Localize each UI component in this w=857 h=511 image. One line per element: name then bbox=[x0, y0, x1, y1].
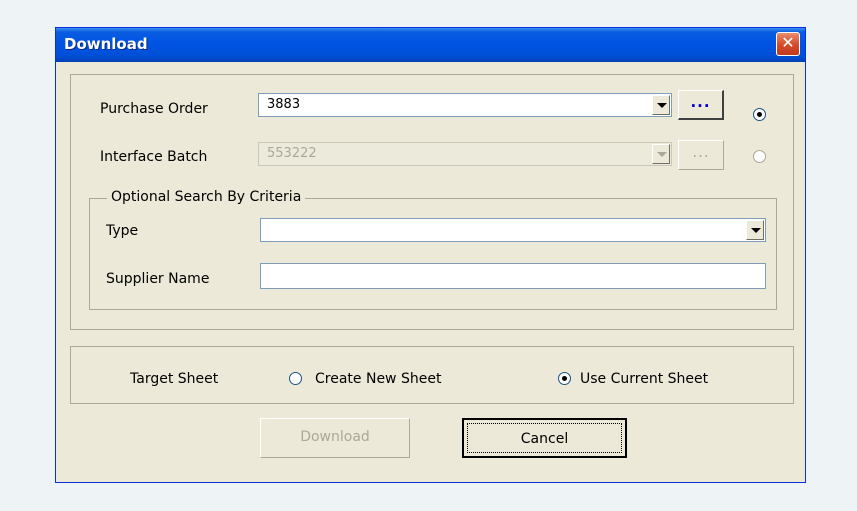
type-label: Type bbox=[106, 223, 139, 239]
interface-batch-radio[interactable] bbox=[753, 150, 766, 163]
type-dropdown-button[interactable] bbox=[746, 220, 764, 240]
download-dialog: Download ✕ Purchase Order 3883 ... Inter… bbox=[55, 27, 806, 483]
target-sheet-label: Target Sheet bbox=[130, 371, 219, 387]
purchase-order-value: 3883 bbox=[267, 97, 301, 112]
close-icon: ✕ bbox=[781, 33, 795, 52]
create-new-sheet-radio[interactable] bbox=[289, 372, 302, 385]
close-button[interactable]: ✕ bbox=[776, 32, 800, 56]
interface-batch-label: Interface Batch bbox=[100, 149, 208, 165]
purchase-order-dropdown-button[interactable] bbox=[652, 95, 670, 115]
download-button[interactable]: Download bbox=[260, 418, 410, 458]
supplier-name-input[interactable] bbox=[260, 263, 766, 289]
use-current-sheet-radio[interactable] bbox=[558, 372, 571, 385]
create-new-sheet-label[interactable]: Create New Sheet bbox=[315, 371, 441, 387]
cancel-button-label: Cancel bbox=[467, 423, 622, 453]
type-combo[interactable] bbox=[260, 218, 766, 242]
purchase-order-browse-button[interactable]: ... bbox=[678, 90, 724, 120]
criteria-legend: Optional Search By Criteria bbox=[107, 189, 306, 205]
purchase-order-label: Purchase Order bbox=[100, 101, 208, 117]
supplier-name-label: Supplier Name bbox=[106, 271, 210, 287]
dialog-title: Download bbox=[64, 35, 148, 53]
interface-batch-browse-button[interactable]: ... bbox=[678, 140, 724, 170]
title-bar[interactable]: Download ✕ bbox=[56, 28, 805, 62]
interface-batch-value: 553222 bbox=[267, 146, 317, 161]
interface-batch-combo[interactable]: 553222 bbox=[258, 142, 672, 166]
criteria-group bbox=[89, 198, 777, 310]
chevron-down-icon bbox=[657, 103, 667, 108]
use-current-sheet-label[interactable]: Use Current Sheet bbox=[580, 371, 708, 387]
purchase-order-combo[interactable]: 3883 bbox=[258, 93, 672, 117]
chevron-down-icon bbox=[657, 152, 667, 157]
chevron-down-icon bbox=[751, 228, 761, 233]
purchase-order-radio[interactable] bbox=[753, 108, 766, 121]
cancel-button[interactable]: Cancel bbox=[462, 418, 627, 458]
interface-batch-dropdown-button[interactable] bbox=[652, 144, 670, 164]
